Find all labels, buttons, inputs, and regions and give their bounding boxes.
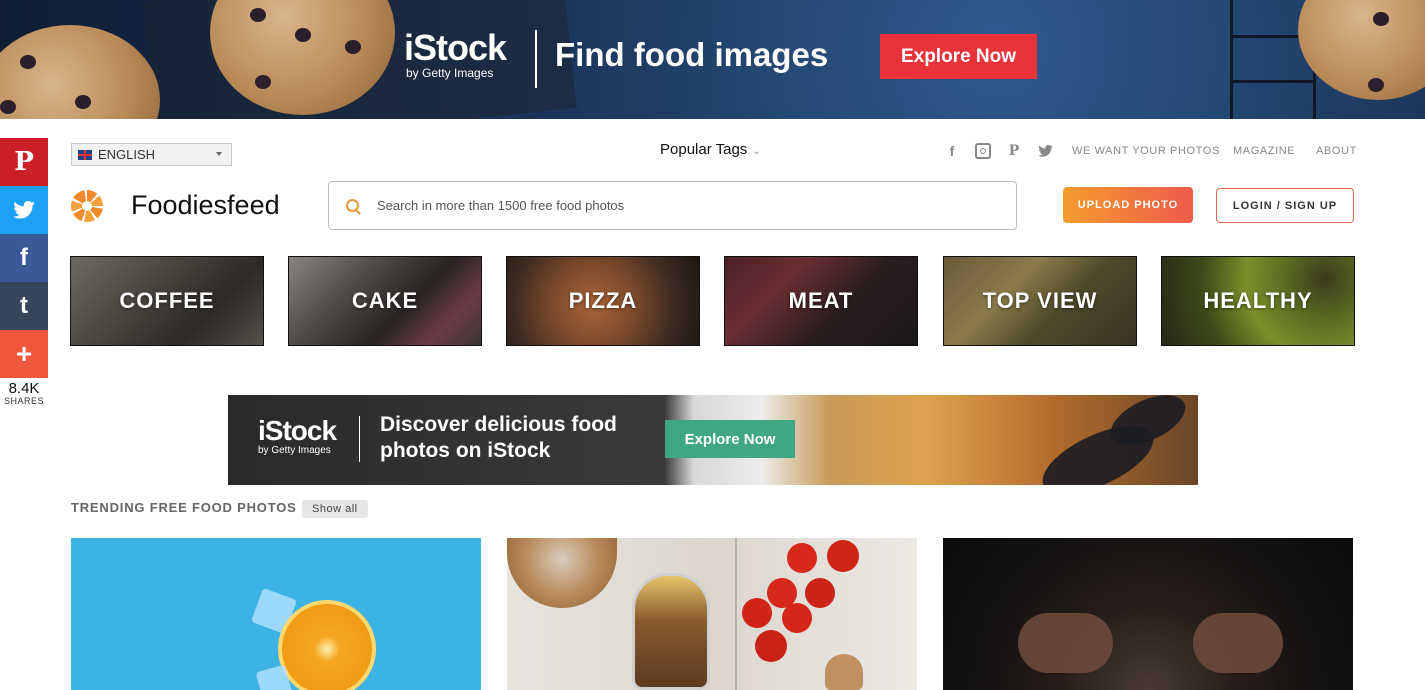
top-ad-banner[interactable]: iStock by Getty Images Find food images …: [0, 0, 1425, 119]
category-label: CAKE: [351, 288, 419, 313]
photo-card[interactable]: [943, 538, 1353, 690]
pinterest-share-button[interactable]: P: [0, 138, 48, 186]
istock-ad-banner[interactable]: iStock by Getty Images Discover deliciou…: [228, 395, 1198, 485]
tomato-image: [782, 603, 812, 633]
category-label: TOP VIEW: [982, 288, 1098, 313]
caret-down-icon: [216, 152, 222, 156]
instagram-icon[interactable]: [975, 143, 991, 159]
category-meat[interactable]: MEAT: [724, 256, 918, 346]
cookie-image: [0, 25, 160, 119]
glass-drink-image: [632, 573, 710, 690]
show-all-button[interactable]: Show all: [302, 500, 368, 518]
istock-wordmark: iStock: [404, 27, 507, 68]
cookie-image: [1298, 0, 1425, 100]
upload-photo-button[interactable]: UPLOAD PHOTO: [1063, 187, 1193, 223]
pinterest-icon[interactable]: P: [1006, 143, 1022, 159]
nav-we-want-your-photos[interactable]: WE WANT YOUR PHOTOS: [1072, 145, 1220, 157]
tumblr-icon: t: [20, 292, 28, 319]
category-pizza[interactable]: PIZZA: [506, 256, 700, 346]
photo-card[interactable]: [71, 538, 481, 690]
uk-flag-icon: [78, 149, 92, 160]
plank-line: [735, 538, 737, 690]
istock-subtitle: by Getty Images: [258, 445, 331, 456]
facebook-icon[interactable]: f: [944, 143, 960, 159]
banner-divider: [535, 30, 537, 88]
category-top-view[interactable]: TOP VIEW: [943, 256, 1137, 346]
explore-now-button[interactable]: Explore Now: [880, 34, 1037, 79]
search-icon: [346, 199, 359, 212]
tumblr-share-button[interactable]: t: [0, 282, 48, 330]
brand-name[interactable]: Foodiesfeed: [131, 190, 280, 221]
hand-image: [1018, 613, 1113, 673]
plus-icon: +: [15, 338, 33, 369]
explore-now-button[interactable]: Explore Now: [665, 420, 795, 458]
banner-headline: Discover delicious food photos on iStock: [380, 413, 617, 462]
istock-logo: iStock by Getty Images: [258, 415, 337, 457]
twitter-icon[interactable]: [1037, 143, 1053, 159]
foodiesfeed-logo-icon[interactable]: [71, 190, 103, 222]
istock-wordmark: iStock: [258, 415, 337, 446]
orange-image: [278, 600, 376, 690]
istock-subtitle: by Getty Images: [406, 66, 494, 80]
category-label: COFFEE: [119, 288, 215, 313]
popular-tags-label: Popular Tags: [660, 141, 748, 158]
category-cake[interactable]: CAKE: [288, 256, 482, 346]
section-title: TRENDING FREE FOOD PHOTOS: [71, 500, 297, 515]
category-coffee[interactable]: COFFEE: [70, 256, 264, 346]
share-count-label: SHARES: [3, 396, 44, 406]
istock-logo: iStock by Getty Images: [404, 27, 507, 81]
pepper-mill-image: [825, 654, 863, 690]
twitter-share-button[interactable]: [0, 186, 48, 234]
tomato-image: [787, 543, 817, 573]
tomato-image: [805, 578, 835, 608]
tomato-image: [742, 598, 772, 628]
twitter-icon: [13, 201, 35, 219]
hand-image: [1193, 613, 1283, 673]
search-bar[interactable]: [328, 181, 1017, 230]
nav-magazine[interactable]: MAGAZINE: [1233, 145, 1295, 157]
chevron-down-icon: ⌄: [752, 146, 761, 157]
language-select[interactable]: ENGLISH: [71, 143, 232, 166]
category-label: HEALTHY: [1203, 288, 1313, 313]
search-input[interactable]: [375, 197, 979, 214]
wooden-bowl-image: [507, 538, 617, 608]
category-label: PIZZA: [568, 288, 638, 313]
more-share-button[interactable]: +: [0, 330, 48, 378]
social-links: f P: [944, 143, 1053, 159]
share-sidebar: P f t + 8.4K SHARES: [0, 138, 48, 406]
pinterest-icon: P: [14, 147, 34, 177]
popular-tags-dropdown[interactable]: Popular Tags ⌄: [660, 141, 761, 158]
facebook-share-button[interactable]: f: [0, 234, 48, 282]
banner-headline: Find food images: [555, 36, 829, 73]
facebook-icon: f: [20, 244, 28, 271]
tomato-image: [827, 540, 859, 572]
category-healthy[interactable]: HEALTHY: [1161, 256, 1355, 346]
share-count: 8.4K: [8, 380, 40, 397]
banner-divider: [359, 416, 360, 462]
nav-about[interactable]: ABOUT: [1316, 145, 1357, 157]
photo-card[interactable]: [507, 538, 917, 690]
category-label: MEAT: [788, 288, 854, 313]
login-signup-button[interactable]: LOGIN / SIGN UP: [1216, 188, 1354, 223]
language-value: ENGLISH: [98, 147, 156, 162]
tomato-image: [755, 630, 787, 662]
